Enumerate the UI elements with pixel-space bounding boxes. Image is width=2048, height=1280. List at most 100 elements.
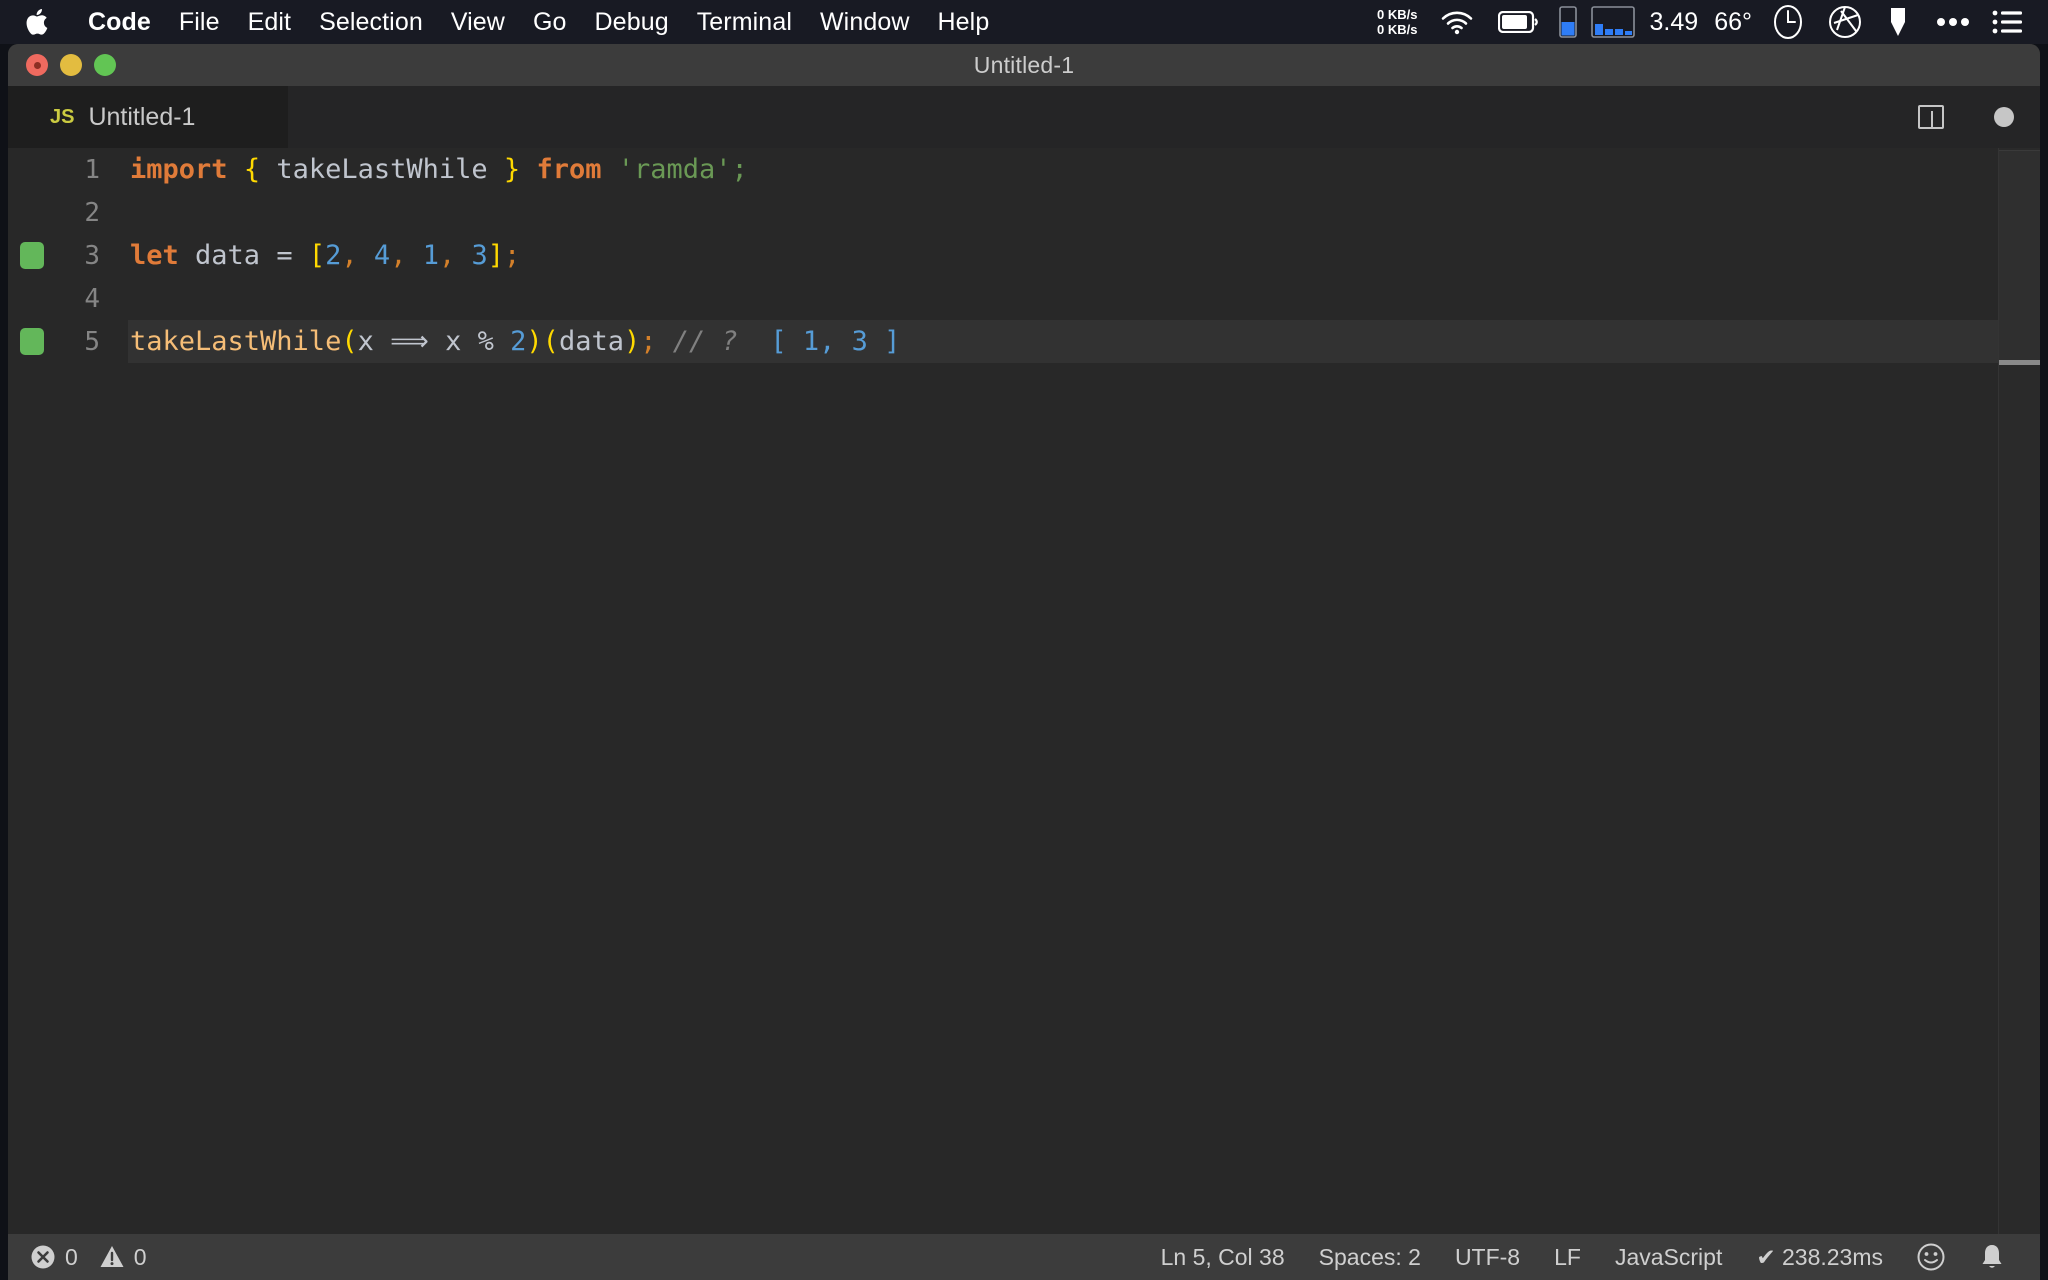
code-token: x (428, 326, 478, 357)
quokka-run-marker[interactable] (20, 328, 44, 355)
error-count: 0 (65, 1243, 78, 1270)
apple-logo-icon[interactable] (26, 9, 48, 35)
menu-bar-status-icons: 0 KB/s 0 KB/s 3.49 66° (1377, 0, 2048, 44)
cpu-history-icon[interactable] (1590, 6, 1635, 38)
code-line-1[interactable]: 1 import { takeLastWhile } from 'ramda'; (8, 148, 2040, 191)
line-content: import { takeLastWhile } from 'ramda'; (128, 148, 2040, 191)
code-token: takeLastWhile (260, 154, 504, 185)
split-editor-icon[interactable] (1918, 105, 1944, 129)
menu-item-help[interactable]: Help (924, 0, 1004, 44)
code-token: let (130, 240, 179, 271)
code-token: [ (308, 240, 326, 271)
zoom-window-button[interactable] (94, 54, 116, 76)
code-token: x (357, 326, 391, 357)
quokka-run-marker[interactable] (20, 242, 44, 269)
indentation-indicator[interactable]: Spaces: 2 (1302, 1244, 1438, 1271)
menu-item-code[interactable]: Code (74, 0, 165, 44)
code-token: [ 1, 3 ] (770, 326, 901, 357)
code-line-3[interactable]: 3 let data = [2, 4, 1, 3]; (8, 234, 2040, 277)
code-token: // ? (672, 326, 738, 357)
error-circle-icon (30, 1244, 56, 1270)
warning-count: 0 (133, 1243, 147, 1270)
dropbox-icon[interactable] (1886, 6, 1910, 38)
code-token: ) (623, 326, 641, 357)
ellipsis-icon[interactable] (1936, 17, 1970, 27)
code-token: 3 (471, 240, 488, 271)
line-number: 2 (84, 197, 100, 228)
code-line-4[interactable]: 4 (8, 277, 2040, 320)
code-token: 2 (325, 240, 342, 271)
quokka-status-indicator[interactable]: ✔ 238.23ms (1739, 1244, 1900, 1271)
close-window-button[interactable] (26, 54, 48, 76)
code-token: import (130, 154, 228, 185)
code-token: data (558, 326, 624, 357)
window-title-bar: Untitled-1 (8, 44, 2040, 86)
minimap-slider[interactable] (1999, 150, 2040, 360)
code-editor[interactable]: 1 import { takeLastWhile } from 'ramda'; 2… (8, 148, 2040, 1234)
menu-item-selection[interactable]: Selection (305, 0, 437, 44)
code-token: = (276, 240, 293, 271)
clock-icon[interactable] (1772, 4, 1804, 40)
problems-indicator[interactable]: 0 0 (30, 1244, 164, 1271)
status-bar-left: 0 0 (8, 1244, 164, 1271)
javascript-file-icon: JS (50, 105, 75, 128)
encoding-indicator[interactable]: UTF-8 (1438, 1244, 1537, 1271)
memory-gauge-icon[interactable] (1558, 6, 1577, 38)
menu-item-terminal[interactable]: Terminal (683, 0, 806, 44)
code-token: 2 (510, 326, 527, 357)
editor-actions (1918, 86, 2014, 148)
macos-menu-bar: Code File Edit Selection View Go Debug T… (0, 0, 2048, 44)
code-token: { (243, 154, 261, 185)
code-line-2[interactable]: 2 (8, 191, 2040, 234)
status-bar: 0 0 Ln 5, Col 38 Spaces: 2 UTF-8 LF Java… (8, 1234, 2040, 1280)
unsaved-dot-icon[interactable] (1994, 107, 2014, 127)
menu-item-debug[interactable]: Debug (581, 0, 683, 44)
battery-icon[interactable] (1497, 11, 1540, 33)
code-token: } (503, 154, 521, 185)
wifi-icon[interactable] (1440, 9, 1474, 35)
tab-untitled-1[interactable]: JS Untitled-1 (8, 86, 288, 148)
line-number: 4 (84, 283, 100, 314)
code-line-5[interactable]: 5 takeLastWhile(x ⟹ x % 2)(data); // ? [ … (8, 320, 2040, 363)
tab-label: Untitled-1 (88, 102, 196, 131)
code-token: % (477, 326, 494, 357)
network-speed-indicator[interactable]: 0 KB/s 0 KB/s (1377, 7, 1417, 37)
menu-item-view[interactable]: View (437, 0, 519, 44)
temperature-text[interactable]: 66° (1714, 8, 1752, 37)
menu-item-file[interactable]: File (165, 0, 234, 44)
aperture-icon[interactable] (1828, 5, 1862, 39)
line-content: takeLastWhile(x ⟹ x % 2)(data); // ? [ 1… (128, 320, 2040, 363)
status-bar-right: Ln 5, Col 38 Spaces: 2 UTF-8 LF JavaScri… (1144, 1243, 2022, 1271)
code-token: 1 (422, 240, 439, 271)
code-token: ; (640, 326, 657, 357)
menu-bar-items: Code File Edit Selection View Go Debug T… (0, 0, 1003, 44)
code-token: ] (487, 240, 505, 271)
code-token: ) (526, 326, 543, 357)
editor-minimap[interactable] (1998, 148, 2040, 1234)
editor-tab-bar: JS Untitled-1 (8, 86, 2040, 148)
list-menu-icon[interactable] (1992, 9, 2022, 35)
code-token: ( (341, 326, 358, 357)
code-token: , (341, 240, 358, 271)
code-token: 4 (373, 240, 391, 271)
menu-item-edit[interactable]: Edit (234, 0, 305, 44)
eol-indicator[interactable]: LF (1537, 1244, 1598, 1271)
menu-item-go[interactable]: Go (519, 0, 581, 44)
code-token: , (438, 240, 456, 271)
bell-icon[interactable] (1962, 1243, 2022, 1271)
smiley-icon[interactable] (1900, 1243, 1962, 1271)
load-average-text[interactable]: 3.49 (1650, 8, 1699, 37)
window-title: Untitled-1 (973, 51, 1075, 78)
minimize-window-button[interactable] (60, 54, 82, 76)
vscode-window: Untitled-1 JS Untitled-1 1 import { takeL… (8, 44, 2040, 1280)
cursor-position-indicator[interactable]: Ln 5, Col 38 (1144, 1244, 1302, 1271)
menu-item-window[interactable]: Window (806, 0, 924, 44)
language-mode-indicator[interactable]: JavaScript (1598, 1244, 1739, 1271)
minimap-decoration-line (1999, 360, 2040, 365)
